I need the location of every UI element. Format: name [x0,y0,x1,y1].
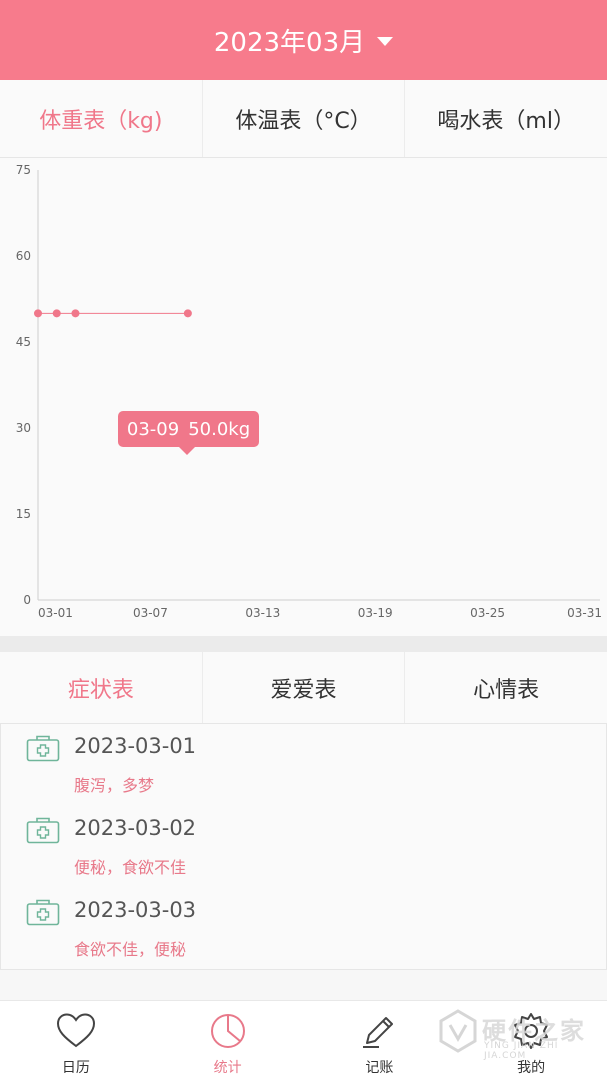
y-tick-label: 0 [23,593,31,607]
nav-stats[interactable]: 统计 [152,1001,304,1080]
record-date: 2023-03-01 [74,734,197,758]
symptom-list: 2023-03-01 腹泻，多梦 2023-03-02 便秘，食欲不佳 2023… [0,724,607,970]
data-point [71,309,80,318]
list-item[interactable]: 2023-03-03 食欲不佳，便秘 [1,888,607,970]
tab-mood[interactable]: 心情表 [405,652,607,723]
record-date: 2023-03-02 [74,816,197,840]
section-divider [0,636,607,652]
x-tick-label: 03-19 [358,606,393,620]
chart-svg: 75 60 45 30 15 0 03-01 03-07 03-13 03-19 03-25 03-3… [16,163,602,620]
data-point [52,309,61,318]
chart-tabs: 体重表（kg) 体温表（°C） 喝水表（ml） [0,80,607,158]
nav-calendar[interactable]: 日历 [0,1001,152,1080]
record-symptoms: 食欲不佳，便秘 [74,940,187,959]
x-tick-label: 03-25 [470,606,505,620]
first-aid-kit-icon [26,735,60,762]
tooltip-value: 50.0kg [188,418,251,440]
chart-tooltip: 03-09 50.0kg [118,411,259,455]
y-tick-label: 30 [16,421,31,435]
pie-chart-icon [210,1014,245,1048]
nav-ledger[interactable]: 记账 [304,1001,456,1080]
record-symptoms: 腹泻，多梦 [74,776,155,795]
pencil-icon [363,1017,394,1048]
y-tick-label: 75 [16,163,31,177]
heart-icon [56,1013,95,1048]
watermark: 硬件之家 YING JIAN ZHI JIA.COM [438,1007,598,1061]
caret-down-icon [377,36,394,46]
month-header[interactable]: 2023年03月 [0,0,607,80]
tooltip-date: 03-09 [126,418,180,440]
nav-label: 记账 [365,1060,394,1076]
tab-weight[interactable]: 体重表（kg) [0,80,203,157]
x-tick-label: 03-07 [133,606,168,620]
watermark-logo-icon [439,1009,477,1053]
record-tabs: 症状表 爱爱表 心情表 [0,652,607,724]
y-tick-label: 15 [16,507,31,521]
data-point [34,309,42,318]
month-title: 2023年03月 [213,27,366,58]
first-aid-kit-icon [26,899,60,926]
nav-label: 统计 [213,1060,242,1076]
nav-label: 日历 [61,1060,90,1076]
watermark-subtext: YING JIAN ZHI JIA.COM [484,1041,559,1061]
tab-temperature[interactable]: 体温表（°C） [203,80,406,157]
x-tick-label: 03-01 [38,606,73,620]
tab-symptoms[interactable]: 症状表 [0,652,203,723]
month-selector[interactable]: 2023年03月 [213,22,394,59]
tab-love[interactable]: 爱爱表 [203,652,406,723]
list-item[interactable]: 2023-03-02 便秘，食欲不佳 [1,806,607,888]
x-tick-label: 03-13 [245,606,280,620]
y-tick-label: 60 [16,249,31,263]
tab-water[interactable]: 喝水表（ml） [405,80,607,157]
x-tick-label: 03-31 [567,606,602,620]
weight-chart: 75 60 45 30 15 0 03-01 03-07 03-13 03-19 03-25 03-3… [0,158,607,636]
record-date: 2023-03-03 [74,898,197,922]
y-tick-label: 45 [16,335,31,349]
list-item[interactable]: 2023-03-01 腹泻，多梦 [1,724,607,806]
record-symptoms: 便秘，食欲不佳 [74,858,187,877]
data-point [183,309,192,318]
first-aid-kit-icon [26,817,60,844]
